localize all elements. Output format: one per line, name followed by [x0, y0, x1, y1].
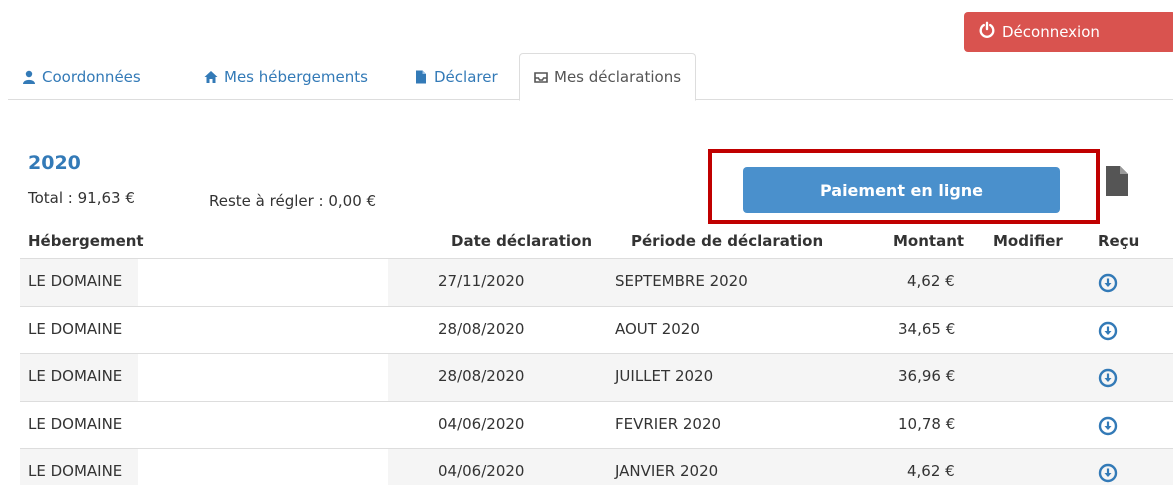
cell-hebergement: LE DOMAINE	[28, 367, 123, 385]
cell-montant: 10,78 €	[898, 414, 956, 433]
redaction-mask	[138, 401, 388, 448]
table-row: LE DOMAINE 28/08/2020 AOUT 2020 34,65 €	[20, 305, 1173, 353]
download-icon[interactable]	[1098, 273, 1118, 293]
cell-periode: JUILLET 2020	[615, 367, 714, 385]
cell-date: 04/06/2020	[438, 462, 525, 480]
online-payment-button[interactable]: Paiement en ligne	[743, 167, 1060, 213]
tab-coordonnees[interactable]: Coordonnées	[8, 53, 155, 100]
cell-periode: FEVRIER 2020	[615, 414, 722, 433]
cell-periode: SEPTEMBRE 2020	[615, 272, 748, 290]
col-periode: Période de déclaration	[631, 232, 824, 250]
cell-hebergement: LE DOMAINE	[28, 462, 123, 480]
redaction-mask	[138, 259, 388, 306]
cell-montant: 4,62 €	[907, 272, 955, 290]
col-montant: Montant	[893, 232, 965, 250]
table-row: LE DOMAINE 28/08/2020 JUILLET 2020 36,96…	[20, 353, 1173, 401]
col-date: Date déclaration	[451, 232, 593, 250]
cell-date: 27/11/2020	[438, 272, 525, 290]
cell-montant: 4,62 €	[907, 462, 955, 480]
year-heading: 2020	[28, 152, 81, 174]
total-amount: Total : 91,63 €	[28, 189, 135, 207]
cell-date: 04/06/2020	[438, 414, 525, 433]
remaining-amount: Reste à régler : 0,00 €	[209, 192, 377, 210]
download-icon[interactable]	[1098, 416, 1118, 436]
cell-montant: 34,65 €	[898, 319, 956, 338]
download-icon[interactable]	[1098, 321, 1118, 341]
home-icon	[204, 70, 218, 84]
cell-hebergement: LE DOMAINE	[28, 272, 123, 290]
logout-button[interactable]: Déconnexion	[964, 12, 1173, 52]
cell-hebergement: LE DOMAINE	[28, 414, 123, 433]
cell-date: 28/08/2020	[438, 319, 525, 338]
table-row: LE DOMAINE 04/06/2020 FEVRIER 2020 10,78…	[20, 400, 1173, 448]
tab-bar: Coordonnées Mes hébergements Déclarer Me…	[8, 53, 1173, 101]
tab-mes-declarations[interactable]: Mes déclarations	[519, 53, 697, 101]
col-hebergement: Hébergement	[28, 232, 144, 250]
table-row: LE DOMAINE 04/06/2020 JANVIER 2020 4,62 …	[20, 448, 1173, 485]
power-icon	[978, 21, 996, 43]
redaction-mask	[138, 306, 388, 353]
cell-montant: 36,96 €	[898, 367, 956, 385]
file-icon[interactable]	[1104, 165, 1130, 197]
download-icon[interactable]	[1098, 463, 1118, 483]
cell-periode: JANVIER 2020	[615, 462, 719, 480]
col-modifier: Modifier	[993, 232, 1063, 250]
table-header: Hébergement Date déclaration Période de …	[0, 232, 1173, 256]
download-icon[interactable]	[1098, 368, 1118, 388]
tab-label: Mes hébergements	[224, 67, 368, 86]
tab-mes-hebergements[interactable]: Mes hébergements	[190, 53, 382, 100]
table-row: LE DOMAINE 27/11/2020 SEPTEMBRE 2020 4,6…	[20, 258, 1173, 306]
tab-label: Déclarer	[434, 67, 498, 86]
redaction-mask	[138, 449, 388, 485]
tab-declarer[interactable]: Déclarer	[400, 53, 512, 100]
col-recu: Reçu	[1098, 232, 1140, 250]
tab-label: Mes déclarations	[554, 68, 682, 86]
user-icon	[22, 70, 36, 84]
cell-periode: AOUT 2020	[615, 319, 700, 338]
cell-date: 28/08/2020	[438, 367, 525, 385]
declarations-table: LE DOMAINE 27/11/2020 SEPTEMBRE 2020 4,6…	[20, 258, 1173, 485]
redaction-mask	[138, 354, 388, 401]
tab-label: Coordonnées	[42, 67, 141, 86]
file-icon	[414, 70, 428, 84]
inbox-icon	[534, 70, 548, 84]
cell-hebergement: LE DOMAINE	[28, 319, 123, 338]
logout-label: Déconnexion	[1002, 23, 1100, 41]
